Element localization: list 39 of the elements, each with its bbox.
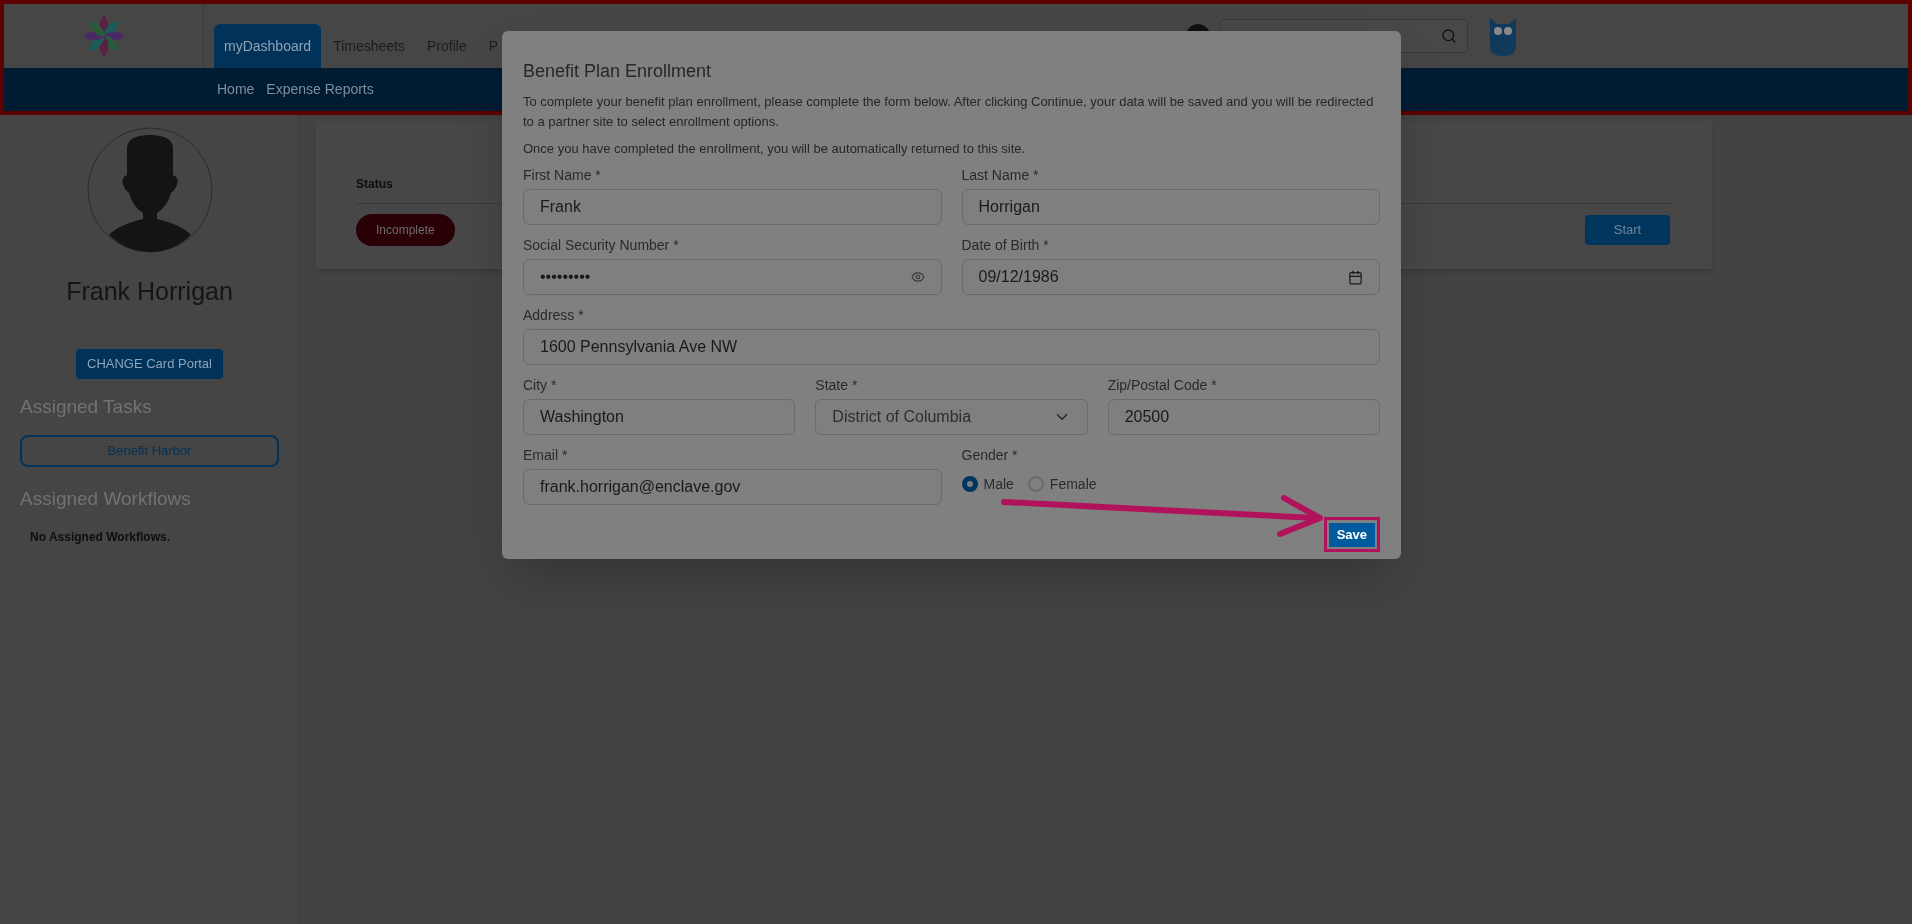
modal-description: Once you have completed the enrollment, you will be automatically returned to this site. — [523, 140, 1027, 158]
field-label: Social Security Number * — [523, 236, 680, 255]
field-label: Date of Birth * — [961, 236, 1050, 255]
field-label: State * — [815, 376, 859, 395]
owl-icon[interactable] — [1488, 16, 1518, 56]
field-label: Zip/Postal Code * — [1107, 376, 1218, 395]
column-header: Status — [356, 177, 393, 191]
radio-button[interactable] — [961, 476, 978, 492]
modal-description: To complete your benefit plan enrollment, please complete the form below. After clicking Continue, your data will be saved and you will be redirected to a partner site to select enrollment options. — [523, 93, 1375, 131]
state-dropdown[interactable]: District of Columbia — [815, 399, 1088, 435]
text-input-field[interactable]: 20500 — [1107, 399, 1380, 435]
modal-title: Benefit Plan Enrollment — [523, 60, 713, 83]
calendar-icon[interactable] — [1348, 269, 1363, 285]
text-input-field[interactable]: frank.horrigan@enclave.gov — [523, 469, 942, 505]
nav-tab[interactable]: myDashboard — [214, 24, 322, 68]
subnav-link[interactable]: Expense Reports — [266, 79, 374, 100]
text-input-field[interactable]: Washington — [523, 399, 796, 435]
text-input-field[interactable]: Frank — [523, 189, 942, 225]
search-icon[interactable] — [1441, 28, 1457, 44]
change-card-portal-button[interactable]: CHANGE Card Portal — [76, 348, 223, 379]
radio-label: Male — [983, 474, 1014, 494]
field-label: Gender * — [961, 446, 1019, 465]
radio-label: Female — [1049, 474, 1097, 494]
text-input-field[interactable]: Horrigan — [961, 189, 1380, 225]
save-button[interactable]: Save — [1328, 522, 1375, 547]
password-input-field[interactable]: ••••••••• — [523, 259, 942, 295]
date-input-field[interactable]: 09/12/1986 — [961, 259, 1380, 295]
start-button[interactable]: Start — [1585, 215, 1670, 245]
show-password-icon[interactable] — [910, 270, 925, 284]
field-label: Email * — [523, 446, 569, 465]
status-badge: Incomplete — [356, 214, 455, 246]
subnav-link[interactable]: Home — [217, 79, 255, 100]
field-label: Last Name * — [961, 166, 1040, 185]
field-label: Address * — [523, 306, 585, 325]
text-input-field[interactable]: 1600 Pennsylvania Ave NW — [523, 329, 1380, 365]
field-label: First Name * — [523, 166, 602, 185]
avatar-silhouette-icon — [86, 127, 213, 253]
field-label: City * — [523, 376, 558, 395]
logo-icon[interactable] — [81, 14, 126, 58]
